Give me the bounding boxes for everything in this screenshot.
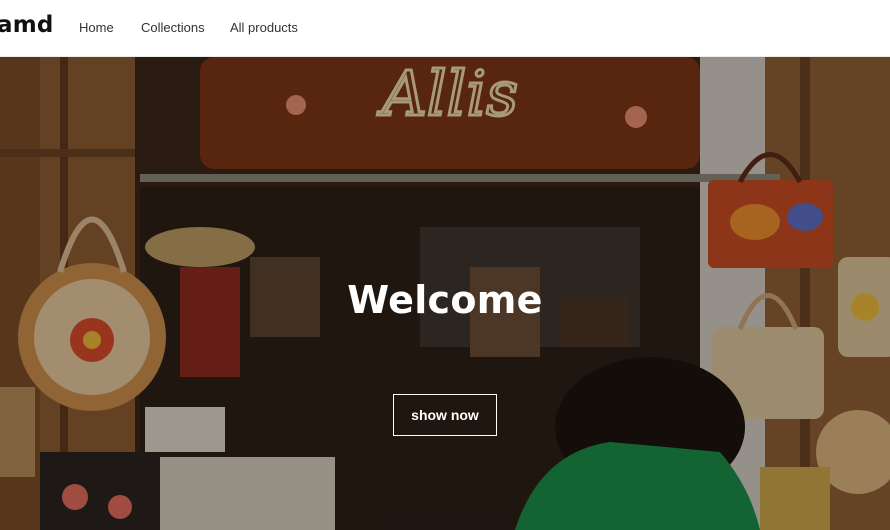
nav-home-link[interactable]: Home bbox=[79, 20, 114, 35]
nav-collections-link[interactable]: Collections bbox=[141, 20, 205, 35]
hero-banner: Allis Welcome show now bbox=[0, 57, 890, 530]
show-now-button[interactable]: show now bbox=[393, 394, 497, 436]
hero-title: Welcome bbox=[347, 278, 543, 322]
nav-all-products-link[interactable]: All products bbox=[230, 20, 298, 35]
site-header: amd Home Collections All products bbox=[0, 0, 890, 57]
site-logo[interactable]: amd bbox=[0, 12, 54, 38]
